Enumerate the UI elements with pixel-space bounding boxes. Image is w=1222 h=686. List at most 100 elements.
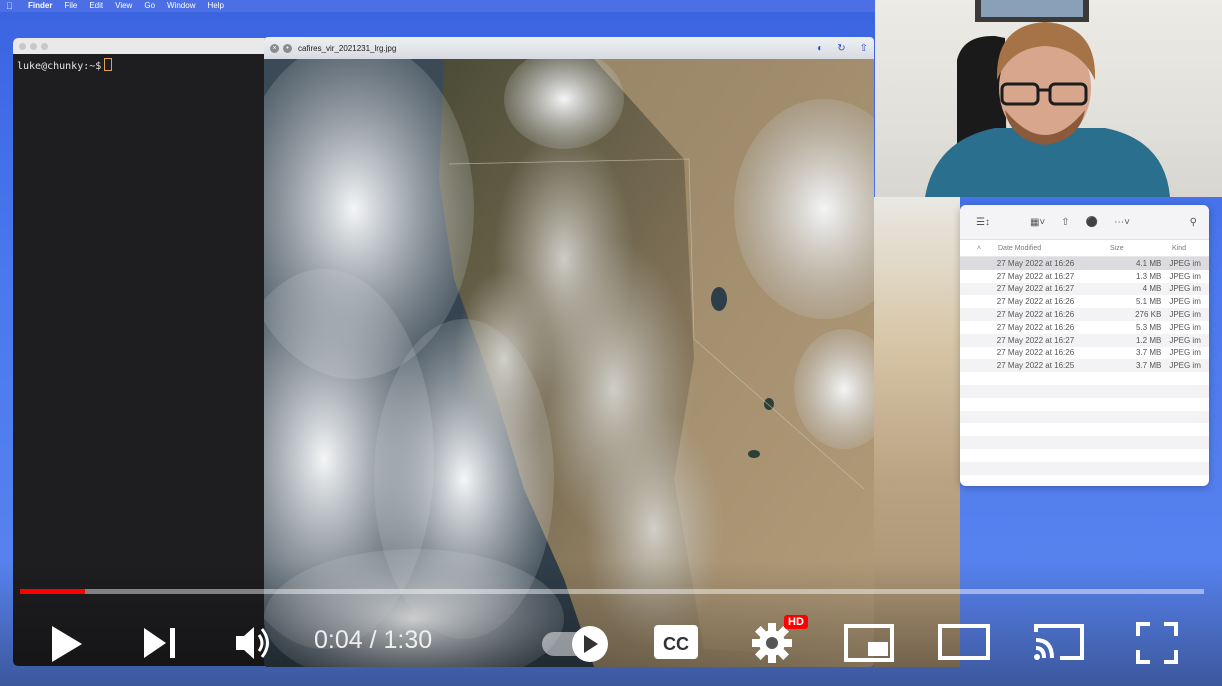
close-icon[interactable]: ×: [270, 43, 279, 53]
terminal-titlebar: [13, 38, 273, 54]
row-size: 4 MB: [1142, 284, 1162, 294]
cast-icon[interactable]: [1034, 622, 1086, 662]
preview-title: cafires_vir_2021231_lrg.jpg: [298, 43, 397, 53]
row-kind: JPEG im: [1169, 348, 1201, 358]
menu-file[interactable]: File: [64, 0, 77, 12]
finder-row[interactable]: 27 May 2022 at 16:26 3.7 MB JPEG im: [960, 347, 1209, 360]
fullscreen-icon[interactable]: •: [283, 43, 292, 53]
row-date: 27 May 2022 at 16:26: [996, 348, 1075, 358]
row-kind: JPEG im: [1169, 297, 1201, 307]
finder-column-header: ˄ Date Modified Size Kind: [960, 240, 1209, 257]
rotate-icon[interactable]: ↻: [837, 43, 845, 54]
finder-empty-row: [960, 461, 1209, 475]
group-icon[interactable]: ▦˅: [1030, 217, 1045, 228]
menu-go[interactable]: Go: [144, 0, 155, 12]
menu-edit[interactable]: Edit: [89, 0, 103, 12]
row-kind: JPEG im: [1169, 271, 1201, 281]
finder-empty-row: [960, 398, 1209, 411]
row-size: 276 KB: [1135, 310, 1162, 320]
terminal-prompt: luke@chunky:~$: [17, 61, 102, 72]
apple-icon[interactable]: : [6, 0, 20, 12]
menu-help[interactable]: Help: [207, 0, 223, 12]
row-size: 4.1 MB: [1135, 258, 1162, 268]
row-kind: JPEG im: [1169, 258, 1201, 268]
tag-icon[interactable]: ⚫: [1086, 217, 1098, 228]
webcam-overlay: [875, 0, 1222, 197]
more-icon[interactable]: ⋯˅: [1114, 217, 1130, 228]
play-icon[interactable]: [48, 624, 84, 664]
progress-played: [20, 589, 86, 594]
column-date-modified[interactable]: Date Modified: [998, 245, 1110, 252]
row-kind: JPEG im: [1169, 322, 1201, 332]
finder-row[interactable]: 27 May 2022 at 16:26 4.1 MB JPEG im: [960, 257, 1209, 270]
menu-finder[interactable]: Finder: [28, 0, 52, 12]
finder-row[interactable]: 27 May 2022 at 16:26 5.3 MB JPEG im: [960, 321, 1209, 334]
row-date: 27 May 2022 at 16:26: [996, 297, 1075, 307]
row-kind: JPEG im: [1169, 284, 1201, 294]
player-controls: 0:04 / 1:30 CC HD: [0, 610, 1222, 676]
finder-row[interactable]: 27 May 2022 at 16:26 5.1 MB JPEG im: [960, 295, 1209, 308]
finder-empty-row: [960, 410, 1209, 424]
markup-icon[interactable]: ◐: [817, 43, 823, 54]
finder-empty-row: [960, 372, 1209, 385]
hd-badge: HD: [784, 615, 808, 629]
row-size: 3.7 MB: [1135, 361, 1162, 371]
menu-view[interactable]: View: [115, 0, 132, 12]
finder-toolbar: ☰↕ ▦˅ ⇧ ⚫ ⋯˅ ⚲: [960, 205, 1209, 240]
row-date: 27 May 2022 at 16:26: [996, 310, 1075, 320]
column-size[interactable]: Size: [1110, 245, 1172, 252]
row-date: 27 May 2022 at 16:27: [996, 284, 1075, 294]
finder-empty-row: [960, 423, 1209, 436]
minimize-dot[interactable]: [30, 42, 37, 50]
row-date: 27 May 2022 at 16:25: [996, 361, 1075, 371]
terminal-line: luke@chunky:~$: [13, 54, 273, 76]
column-kind[interactable]: Kind: [1172, 245, 1209, 252]
finder-row[interactable]: 27 May 2022 at 16:25 3.7 MB JPEG im: [960, 359, 1209, 373]
share-icon[interactable]: ⇧: [1061, 217, 1069, 228]
finder-empty-row: [960, 475, 1209, 486]
svg-text:CC: CC: [663, 634, 689, 654]
row-size: 3.7 MB: [1135, 348, 1162, 358]
presenter-image: [925, 0, 1170, 197]
preview-titlebar: × • cafires_vir_2021231_lrg.jpg ◐ ↻ ⇧: [264, 37, 874, 59]
fullscreen-icon[interactable]: [1136, 622, 1178, 664]
row-size: 1.2 MB: [1135, 335, 1162, 345]
row-date: 27 May 2022 at 16:26: [996, 322, 1075, 332]
row-kind: JPEG im: [1169, 310, 1201, 320]
time-display: 0:04 / 1:30: [314, 626, 433, 654]
volume-icon[interactable]: [234, 624, 274, 662]
progress-bar[interactable]: [20, 589, 1204, 594]
zoom-dot[interactable]: [41, 42, 48, 50]
finder-row[interactable]: 27 May 2022 at 16:26 276 KB JPEG im: [960, 308, 1209, 321]
sort-chevron-icon[interactable]: ˄: [960, 245, 998, 252]
row-kind: JPEG im: [1169, 335, 1201, 345]
theater-mode-icon[interactable]: [938, 624, 990, 660]
settings-gear-icon[interactable]: [752, 623, 792, 663]
finder-empty-row: [960, 384, 1209, 398]
row-size: 1.3 MB: [1135, 271, 1162, 281]
row-date: 27 May 2022 at 16:26: [996, 258, 1075, 268]
terminal-cursor: [104, 58, 113, 71]
list-view-icon[interactable]: ☰↕: [976, 217, 990, 228]
finder-window[interactable]: ☰↕ ▦˅ ⇧ ⚫ ⋯˅ ⚲ ˄ Date Modified Size Kind…: [960, 205, 1209, 486]
menu-window[interactable]: Window: [167, 0, 195, 12]
preview-toolbar: ◐ ↻ ⇧: [817, 43, 868, 54]
search-icon[interactable]: ⚲: [1190, 217, 1197, 228]
row-date: 27 May 2022 at 16:27: [996, 271, 1075, 281]
close-dot[interactable]: [19, 42, 26, 50]
row-date: 27 May 2022 at 16:27: [996, 335, 1075, 345]
finder-row[interactable]: 27 May 2022 at 16:27 1.3 MB JPEG im: [960, 270, 1209, 283]
finder-empty-row: [960, 449, 1209, 462]
captions-icon[interactable]: CC: [653, 624, 699, 660]
finder-row[interactable]: 27 May 2022 at 16:27 1.2 MB JPEG im: [960, 333, 1209, 347]
row-kind: JPEG im: [1169, 361, 1201, 371]
autoplay-toggle[interactable]: [540, 624, 610, 664]
finder-empty-row: [960, 436, 1209, 449]
finder-list: 27 May 2022 at 16:26 4.1 MB JPEG im 27 May …: [960, 257, 1209, 486]
row-size: 5.1 MB: [1135, 297, 1162, 307]
miniplayer-icon[interactable]: [844, 624, 894, 662]
finder-row[interactable]: 27 May 2022 at 16:27 4 MB JPEG im: [960, 282, 1209, 296]
share-icon[interactable]: ⇧: [860, 43, 868, 54]
row-size: 5.3 MB: [1135, 322, 1162, 332]
next-icon[interactable]: [142, 626, 178, 660]
